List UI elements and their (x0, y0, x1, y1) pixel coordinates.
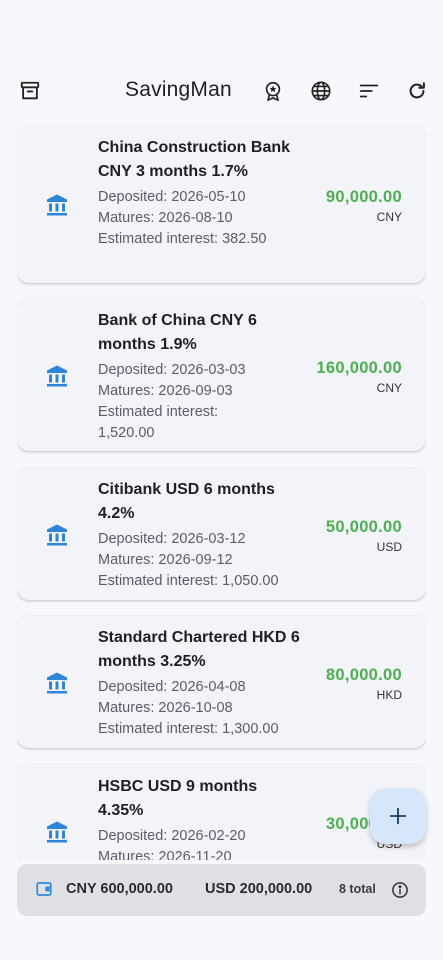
maturity-date: Matures: 2026-09-12 (98, 552, 233, 568)
estimated-interest: Estimated interest: 1,520.00 (98, 404, 219, 441)
deposit-card[interactable]: HSBC USD 9 months 4.35% Deposited: 2026-… (17, 765, 426, 860)
award-badge-icon[interactable] (261, 79, 285, 103)
bank-icon (45, 523, 69, 547)
refresh-icon[interactable] (405, 79, 429, 103)
deposit-name: HSBC USD 9 months 4.35% (98, 778, 258, 819)
deposit-card[interactable]: China Construction Bank CNY 3 months 1.7… (17, 126, 426, 283)
deposit-amount: 50,000.00 (325, 518, 402, 536)
deposit-amount-block: 80,000.00 HKD (326, 666, 402, 702)
estimated-interest: Estimated interest: 1,300.00 (98, 721, 279, 737)
deposit-currency: CNY (376, 210, 402, 224)
deposit-list[interactable]: China Construction Bank CNY 3 months 1.7… (17, 126, 426, 860)
deposit-amount-block: 90,000.00 CNY (326, 188, 402, 224)
info-icon[interactable] (391, 881, 409, 899)
estimated-interest: Estimated interest: 1,050.00 (98, 573, 279, 589)
deposit-name: China Construction Bank CNY 3 months 1.7… (98, 139, 291, 180)
globe-icon[interactable] (309, 79, 333, 103)
deposit-info: HSBC USD 9 months 4.35% Deposited: 2026-… (98, 775, 288, 860)
archive-icon[interactable] (18, 79, 42, 103)
deposit-amount: 160,000.00 (316, 359, 402, 377)
add-deposit-button[interactable] (370, 788, 426, 844)
deposited-date: Deposited: 2026-03-12 (98, 531, 246, 547)
deposit-currency: USD (376, 540, 402, 554)
deposited-date: Deposited: 2026-05-10 (98, 189, 246, 205)
deposit-info: Bank of China CNY 6 months 1.9% Deposite… (98, 309, 288, 444)
deposit-card[interactable]: Bank of China CNY 6 months 1.9% Deposite… (17, 299, 426, 451)
deposit-currency: HKD (376, 688, 402, 702)
deposit-amount: 90,000.00 (325, 188, 402, 206)
deposit-name: Standard Chartered HKD 6 months 3.25% (98, 629, 300, 670)
usd-total: USD 200,000.00 (205, 881, 313, 897)
deposit-info: Citibank USD 6 months 4.2% Deposited: 20… (98, 478, 303, 592)
deposit-currency: CNY (376, 381, 402, 395)
maturity-date: Matures: 2026-09-03 (98, 383, 233, 399)
bank-icon (45, 193, 69, 217)
deposited-date: Deposited: 2026-02-20 (98, 828, 246, 844)
maturity-date: Matures: 2026-11-20 (98, 849, 232, 860)
deposited-date: Deposited: 2026-03-03 (98, 362, 246, 378)
deposit-amount-block: 50,000.00 USD (326, 518, 402, 554)
sort-icon[interactable] (357, 79, 381, 103)
deposit-amount: 80,000.00 (325, 666, 402, 684)
deposit-card[interactable]: Standard Chartered HKD 6 months 3.25% De… (17, 616, 426, 748)
maturity-date: Matures: 2026-10-08 (98, 700, 233, 716)
deposited-date: Deposited: 2026-04-08 (98, 679, 246, 695)
cny-total: CNY 600,000.00 (66, 881, 173, 897)
deposit-card[interactable]: Citibank USD 6 months 4.2% Deposited: 20… (17, 468, 426, 600)
deposit-count: 8 total (339, 882, 376, 896)
deposit-name: Bank of China CNY 6 months 1.9% (98, 312, 257, 353)
estimated-interest: Estimated interest: 382.50 (98, 231, 267, 247)
deposit-info: Standard Chartered HKD 6 months 3.25% De… (98, 626, 303, 740)
deposit-amount-block: 160,000.00 CNY (316, 359, 402, 395)
wallet-icon (35, 880, 53, 898)
app-title: SavingMan (125, 78, 232, 101)
plus-icon (387, 805, 409, 827)
deposit-info: China Construction Bank CNY 3 months 1.7… (98, 136, 303, 250)
bank-icon (45, 671, 69, 695)
maturity-date: Matures: 2026-08-10 (98, 210, 233, 226)
deposit-name: Citibank USD 6 months 4.2% (98, 481, 275, 522)
app-bar: SavingMan (0, 64, 443, 118)
summary-bar: CNY 600,000.00 USD 200,000.00 8 total (17, 864, 426, 916)
bank-icon (45, 364, 69, 388)
bank-icon (45, 820, 69, 844)
